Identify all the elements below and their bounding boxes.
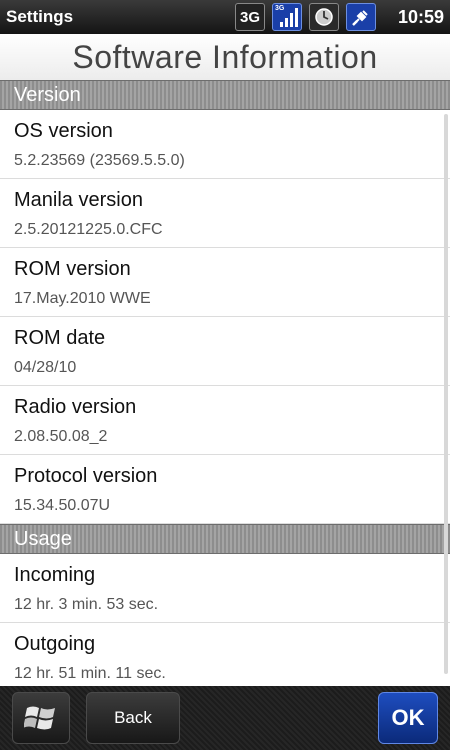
item-label: Outgoing: [14, 633, 96, 655]
page-title: Software Information: [0, 34, 450, 80]
item-label: OS version: [14, 120, 113, 142]
item-label: ROM date: [14, 327, 106, 349]
list-item-outgoing[interactable]: Outgoing 12 hr. 51 min. 11 sec.: [0, 623, 450, 686]
content-area: Software Information Version OS version …: [0, 34, 450, 686]
list-item-os-version[interactable]: OS version 5.2.23569 (23569.5.5.0): [0, 110, 450, 179]
item-label: ROM version: [14, 258, 131, 280]
signal-3g-badge: 3G: [275, 5, 285, 12]
item-label: Radio version: [14, 396, 137, 418]
item-value: 12 hr. 51 min. 11 sec.: [14, 665, 166, 682]
back-button[interactable]: Back: [86, 692, 180, 744]
section-header-usage: Usage: [0, 524, 450, 554]
scrollbar[interactable]: [444, 114, 448, 674]
list-item-protocol-version[interactable]: Protocol version 15.34.50.07U: [0, 455, 450, 524]
ok-button[interactable]: OK: [378, 692, 438, 744]
clock[interactable]: 10:59: [386, 7, 444, 28]
item-value: 2.5.20121225.0.CFC: [14, 221, 163, 238]
3g-icon[interactable]: 3G: [235, 3, 265, 31]
list-item-radio-version[interactable]: Radio version 2.08.50.08_2: [0, 386, 450, 455]
item-value: 12 hr. 3 min. 53 sec.: [14, 596, 159, 613]
section-header-version: Version: [0, 80, 450, 110]
list-item-rom-version[interactable]: ROM version 17.May.2010 WWE: [0, 248, 450, 317]
item-value: 2.08.50.08_2: [14, 428, 108, 445]
item-value: 15.34.50.07U: [14, 497, 111, 514]
bottom-bar: Back OK: [0, 686, 450, 750]
item-label: Protocol version: [14, 465, 158, 487]
start-button[interactable]: [12, 692, 70, 744]
item-value: 17.May.2010 WWE: [14, 290, 151, 307]
item-value: 04/28/10: [14, 359, 77, 376]
list-item-manila-version[interactable]: Manila version 2.5.20121225.0.CFC: [0, 179, 450, 248]
status-bar: Settings 3G 3G 10:59: [0, 0, 450, 34]
list-item-rom-date[interactable]: ROM date 04/28/10: [0, 317, 450, 386]
signal-strength-icon[interactable]: 3G: [272, 3, 302, 31]
list-item-incoming[interactable]: Incoming 12 hr. 3 min. 53 sec.: [0, 554, 450, 623]
item-label: Incoming: [14, 564, 96, 586]
app-title: Settings: [6, 7, 74, 26]
item-label: Manila version: [14, 189, 143, 211]
sync-icon[interactable]: [309, 3, 339, 31]
windows-flag-icon: [24, 706, 55, 730]
item-value: 5.2.23569 (23569.5.5.0): [14, 152, 185, 169]
power-plug-icon[interactable]: [346, 3, 376, 31]
